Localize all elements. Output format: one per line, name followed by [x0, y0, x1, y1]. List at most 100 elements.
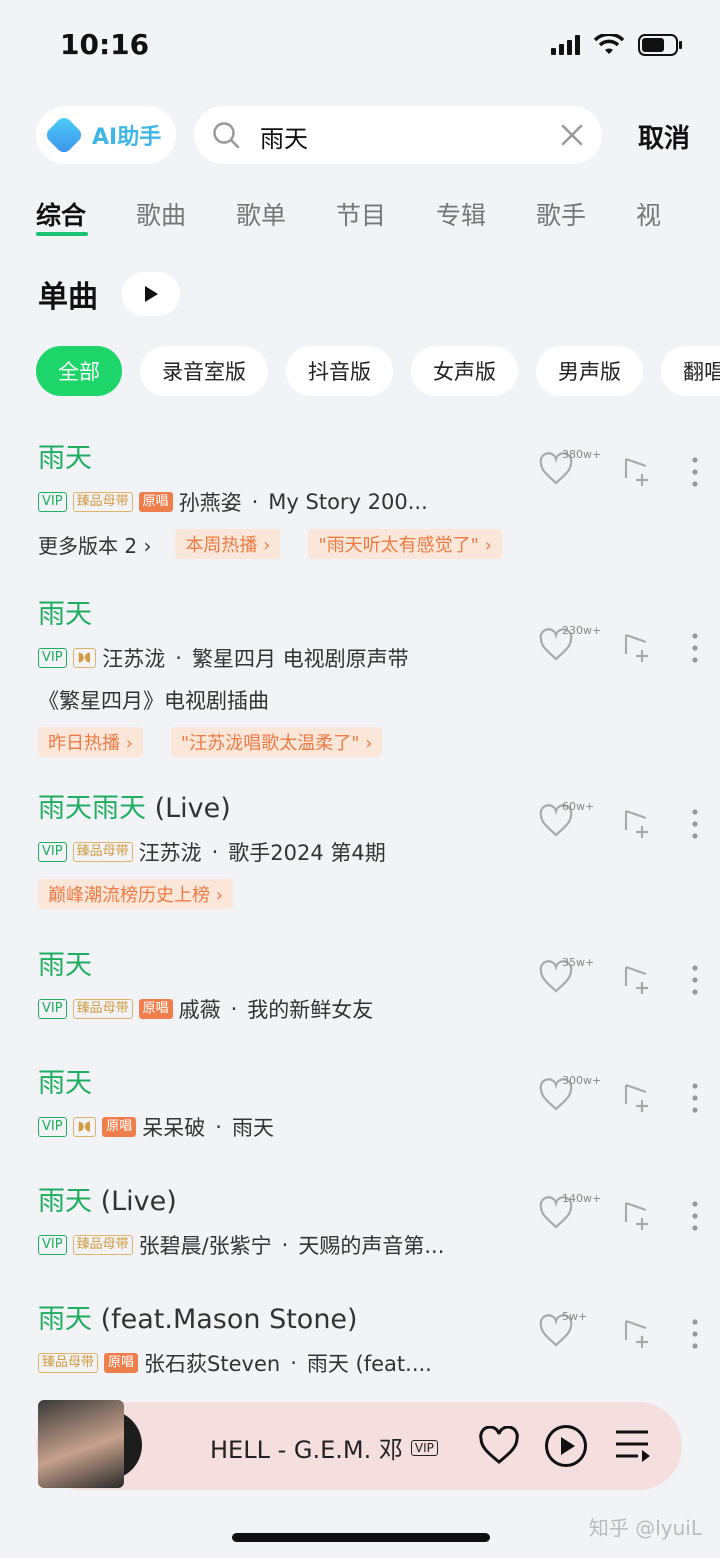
vip-tag: VIP [38, 492, 67, 512]
tab-all[interactable]: 综合 [36, 196, 136, 240]
tab-singers[interactable]: 歌手 [536, 196, 636, 240]
heart-icon[interactable] [478, 1426, 520, 1466]
filter-chip-female[interactable]: 女声版 [411, 346, 518, 396]
vip-tag: VIP [38, 1235, 67, 1255]
song-row[interactable]: 雨天 VIP 臻品母带 原唱 戚薇 · 我的新鲜女友 35w+ [38, 943, 698, 1024]
tab-programs[interactable]: 节目 [336, 196, 436, 240]
song-row[interactable]: 雨天 VIP ◗◖ 汪苏泷 · 繁星四月 电视剧原声带《繁星四月》电视剧插曲昨日热播 › "… [38, 592, 698, 757]
like-button[interactable]: 35w+ [538, 956, 598, 1000]
hot-tag[interactable]: "雨天听太有感觉了" › [308, 529, 502, 559]
home-indicator[interactable] [232, 1533, 490, 1542]
song-description: 《繁星四月》电视剧插曲 [38, 689, 269, 713]
song-name: 雨天 [38, 599, 92, 630]
more-icon[interactable] [692, 965, 698, 995]
song-extra: 更多版本 2 › 本周热播 › "雨天听太有感觉了" › [38, 529, 698, 559]
separator-dot: · [251, 490, 259, 514]
hot-tag[interactable]: "汪苏泷唱歌太温柔了" › [170, 727, 383, 757]
original-tag: 原唱 [102, 1117, 137, 1137]
filter-chip-douyin[interactable]: 抖音版 [286, 346, 393, 396]
battery-icon [638, 34, 682, 56]
clear-icon[interactable] [560, 123, 584, 147]
hot-tag[interactable]: 本周热播 › [175, 529, 281, 559]
hot-tag[interactable]: 巅峰潮流榜历史上榜 › [38, 879, 233, 909]
original-tag: 原唱 [138, 492, 173, 512]
cancel-button[interactable]: 取消 [638, 118, 690, 155]
search-icon [213, 122, 240, 149]
mini-player[interactable]: HELL - G.E.M. 邓 VIP [36, 1400, 682, 1490]
like-button[interactable]: 380w+ [538, 448, 601, 492]
playlist-icon[interactable] [614, 1428, 652, 1464]
search-input[interactable]: 雨天 [194, 106, 602, 164]
album-name: 雨天 (feat.... [306, 1352, 432, 1376]
original-tag: 原唱 [138, 999, 173, 1019]
add-to-playlist-icon[interactable] [622, 1082, 652, 1114]
song-name: 雨天 [38, 1304, 92, 1335]
song-meta: VIP ◗◖ 原唱 呆呆破 · 雨天 [38, 1112, 478, 1142]
more-icon[interactable] [692, 1319, 698, 1349]
song-actions: 60w+ [538, 800, 698, 844]
song-name: 雨天 [38, 1068, 92, 1099]
song-meta: 臻品母带 原唱 张石荻Steven · 雨天 (feat.... [38, 1348, 478, 1378]
filter-chip-studio[interactable]: 录音室版 [140, 346, 268, 396]
add-to-playlist-icon[interactable] [622, 808, 652, 840]
vip-tag: VIP [38, 1117, 67, 1137]
song-extra: 昨日热播 › "汪苏泷唱歌太温柔了" › [38, 727, 698, 757]
album-cover[interactable] [38, 1400, 124, 1488]
dolby-icon: ◗◖ [72, 1117, 97, 1137]
like-button[interactable]: 300w+ [538, 1074, 601, 1118]
more-versions-link[interactable]: 更多版本 2 › [38, 530, 151, 559]
separator-dot: · [215, 1115, 222, 1139]
song-row[interactable]: 雨天 (feat.Mason Stone) 臻品母带 原唱 张石荻Steven · 雨天 … [38, 1297, 698, 1378]
filter-chip-cover[interactable]: 翻唱 [661, 346, 720, 396]
filter-chip-all[interactable]: 全部 [36, 346, 122, 396]
ai-assistant-label: AI助手 [92, 125, 162, 150]
add-to-playlist-icon[interactable] [622, 1318, 652, 1350]
artist-name: 张碧晨/张紫宁 [138, 1234, 272, 1258]
more-icon[interactable] [692, 457, 698, 487]
add-to-playlist-icon[interactable] [622, 1200, 652, 1232]
song-meta: VIP ◗◖ 汪苏泷 · 繁星四月 电视剧原声带 [38, 643, 478, 673]
add-to-playlist-icon[interactable] [622, 964, 652, 996]
ai-assistant-button[interactable]: AI助手 [36, 106, 176, 164]
song-row[interactable]: 雨天 VIP ◗◖ 原唱 呆呆破 · 雨天 300w+ [38, 1061, 698, 1142]
like-button[interactable]: 60w+ [538, 800, 598, 844]
now-playing: HELL - G.E.M. 邓 VIP [210, 1430, 438, 1465]
original-tag: 原唱 [104, 1353, 139, 1373]
hot-tag[interactable]: 昨日热播 › [38, 727, 143, 757]
more-icon[interactable] [692, 1201, 698, 1231]
album-name: 天赐的声音第... [298, 1234, 445, 1258]
tab-videos[interactable]: 视 [636, 196, 720, 240]
artist-name: 汪苏泷 [102, 647, 166, 671]
tab-songs[interactable]: 歌曲 [136, 196, 236, 240]
separator-dot: · [211, 840, 219, 864]
tab-playlists[interactable]: 歌单 [236, 196, 336, 240]
like-button[interactable]: 5w+ [538, 1310, 598, 1354]
more-icon[interactable] [692, 633, 698, 663]
like-count: 5w+ [562, 1310, 588, 1323]
like-button[interactable]: 140w+ [538, 1192, 601, 1236]
artist-name: 呆呆破 [142, 1116, 206, 1140]
more-icon[interactable] [692, 809, 698, 839]
song-row[interactable]: 雨天雨天 (Live) VIP 臻品母带 汪苏泷 · 歌手2024 第4期 巅峰潮流榜历史上… [38, 786, 698, 909]
song-row[interactable]: 雨天 VIP 臻品母带 原唱 孙燕姿 · My Story 200... 更多版本 2 › 本周… [38, 436, 698, 559]
tab-albums[interactable]: 专辑 [436, 196, 536, 240]
master-quality-tag: 臻品母带 [72, 999, 133, 1019]
artist-name: 戚薇 [178, 998, 221, 1022]
more-icon[interactable] [692, 1083, 698, 1113]
dolby-icon: ◗◖ [72, 648, 97, 668]
like-count: 60w+ [562, 800, 595, 813]
song-actions: 5w+ [538, 1310, 698, 1354]
add-to-playlist-icon[interactable] [622, 632, 652, 664]
search-row: AI助手 雨天 取消 [36, 106, 696, 164]
play-circle-icon[interactable] [544, 1424, 588, 1468]
filter-chip-male[interactable]: 男声版 [536, 346, 643, 396]
like-count: 380w+ [562, 448, 602, 461]
song-row[interactable]: 雨天 (Live) VIP 臻品母带 张碧晨/张紫宁 · 天赐的声音第... 140w+ [38, 1179, 698, 1260]
song-suffix: (feat.Mason Stone) [92, 1304, 358, 1335]
song-name: 雨天 [38, 443, 92, 474]
vip-badge: VIP [410, 1439, 438, 1456]
play-all-button[interactable] [122, 272, 180, 316]
add-to-playlist-icon[interactable] [622, 456, 652, 488]
section-header: 单曲 [38, 272, 180, 316]
like-button[interactable]: 230w+ [538, 624, 601, 668]
